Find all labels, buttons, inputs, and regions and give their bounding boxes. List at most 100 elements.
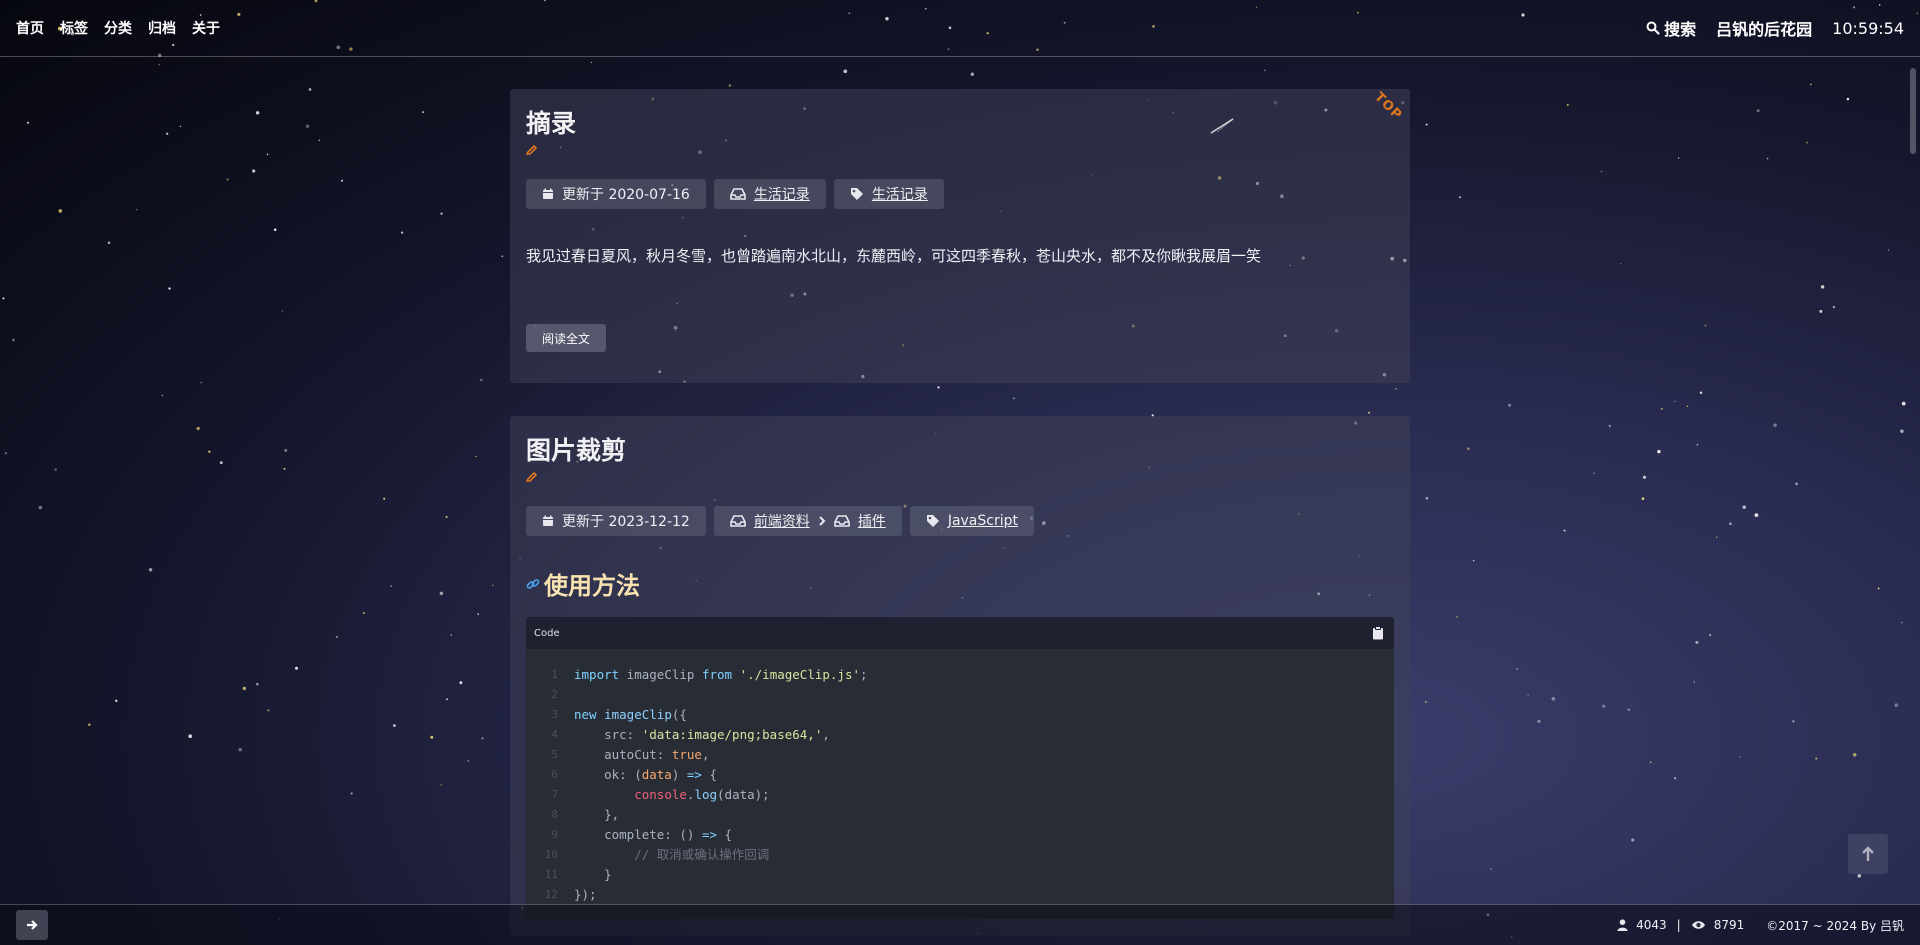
nav-archives[interactable]: 归档 bbox=[148, 18, 176, 38]
star bbox=[350, 792, 353, 795]
eye-icon bbox=[1691, 921, 1705, 929]
star bbox=[284, 448, 288, 452]
star bbox=[1846, 97, 1850, 101]
star bbox=[1641, 497, 1645, 500]
star bbox=[1857, 874, 1862, 878]
nav-tags[interactable]: 标签 bbox=[60, 18, 88, 38]
star bbox=[1472, 559, 1475, 562]
star bbox=[266, 153, 269, 156]
star bbox=[88, 723, 91, 726]
updated-date: 更新于 2020-07-16 bbox=[562, 187, 690, 203]
star bbox=[1715, 536, 1718, 538]
star bbox=[481, 737, 484, 740]
nav-categories[interactable]: 分类 bbox=[104, 18, 132, 38]
star bbox=[1693, 681, 1695, 683]
star bbox=[1551, 697, 1556, 701]
star bbox=[252, 169, 256, 173]
star bbox=[200, 381, 203, 384]
nav-home[interactable]: 首页 bbox=[16, 18, 44, 38]
code-body: 1 import imageClip from './imageClip.js';… bbox=[526, 649, 1394, 919]
star bbox=[1819, 309, 1823, 313]
tag-chip: JavaScript bbox=[909, 506, 1034, 536]
star bbox=[1709, 633, 1712, 637]
star bbox=[219, 461, 223, 465]
star bbox=[115, 699, 118, 702]
star bbox=[1458, 196, 1461, 199]
category-link-child[interactable]: 插件 bbox=[858, 511, 886, 531]
star bbox=[467, 760, 470, 762]
category-link-parent[interactable]: 前端资料 bbox=[754, 511, 810, 531]
sidebar-toggle-button[interactable] bbox=[16, 910, 48, 940]
star bbox=[1686, 405, 1689, 407]
tag-icon bbox=[850, 188, 863, 200]
clipboard-icon[interactable] bbox=[1372, 626, 1384, 640]
star bbox=[294, 666, 299, 670]
tag-link[interactable]: JavaScript bbox=[948, 513, 1018, 529]
link-icon[interactable] bbox=[526, 577, 540, 591]
star bbox=[166, 132, 169, 135]
shooting-star-icon bbox=[1210, 118, 1234, 134]
star bbox=[1695, 640, 1699, 644]
scrollbar-thumb[interactable] bbox=[1910, 68, 1916, 154]
site-title[interactable]: 吕钒的后花园 bbox=[1716, 16, 1812, 40]
star bbox=[1507, 403, 1512, 407]
star bbox=[1766, 157, 1769, 160]
star bbox=[1739, 756, 1741, 758]
star bbox=[1674, 400, 1676, 403]
post-meta: 更新于 2020-07-16 生活记录 生活记录 bbox=[526, 179, 1394, 209]
category-chip: 生活记录 bbox=[713, 179, 826, 209]
star bbox=[1620, 263, 1622, 265]
star bbox=[107, 241, 111, 244]
code-line: 12}); bbox=[544, 887, 597, 902]
search-button[interactable]: 搜索 bbox=[1646, 16, 1696, 40]
star bbox=[450, 634, 453, 636]
code-line: 3 new imageClip({ bbox=[551, 707, 687, 722]
updated-date-chip: 更新于 2023-12-12 bbox=[526, 506, 706, 536]
read-more-button[interactable]: 阅读全文 bbox=[526, 324, 607, 352]
star bbox=[58, 209, 63, 213]
star bbox=[1820, 285, 1825, 289]
updated-date: 更新于 2023-12-12 bbox=[562, 514, 690, 530]
star bbox=[1593, 472, 1595, 474]
star bbox=[459, 681, 463, 685]
tag-link[interactable]: 生活记录 bbox=[872, 184, 928, 204]
star bbox=[1660, 407, 1663, 410]
post-title[interactable]: 摘录 bbox=[526, 109, 1394, 139]
star bbox=[1527, 694, 1529, 696]
category-chip: 前端资料 插件 bbox=[713, 506, 902, 536]
pencil-icon bbox=[526, 144, 538, 155]
user-icon bbox=[1617, 919, 1628, 931]
star bbox=[1631, 838, 1635, 842]
star bbox=[273, 228, 277, 231]
star bbox=[1742, 505, 1746, 509]
back-to-top-button[interactable] bbox=[1848, 834, 1888, 874]
code-line: 8 }, bbox=[551, 807, 620, 822]
star bbox=[255, 111, 260, 115]
star bbox=[446, 698, 448, 701]
star bbox=[242, 686, 247, 691]
star bbox=[1649, 761, 1652, 764]
arrow-right-icon bbox=[27, 920, 38, 930]
star bbox=[1490, 868, 1492, 870]
post-title[interactable]: 图片裁剪 bbox=[526, 436, 1394, 466]
star bbox=[422, 111, 424, 114]
star bbox=[196, 426, 200, 431]
star bbox=[440, 212, 443, 215]
star bbox=[1809, 83, 1812, 86]
bottom-bar: 4043 | 8791 ©2017 ~ 2024 By 吕钒 bbox=[0, 904, 1920, 945]
star bbox=[27, 121, 30, 124]
star bbox=[430, 735, 434, 739]
star bbox=[1773, 423, 1777, 427]
category-link[interactable]: 生活记录 bbox=[754, 184, 810, 204]
star bbox=[1642, 475, 1647, 479]
post-list: TOP 摘录 更新于 2020-07-16 生活记录 生活记录 我见过春日夏风，… bbox=[510, 89, 1410, 936]
star bbox=[362, 612, 365, 615]
star bbox=[439, 591, 444, 596]
star bbox=[135, 208, 138, 211]
star bbox=[440, 784, 443, 786]
section-heading: 使用方法 bbox=[526, 566, 1394, 601]
nav-about[interactable]: 关于 bbox=[192, 18, 220, 38]
star bbox=[1832, 305, 1836, 309]
star bbox=[267, 709, 270, 712]
star bbox=[728, 84, 732, 87]
